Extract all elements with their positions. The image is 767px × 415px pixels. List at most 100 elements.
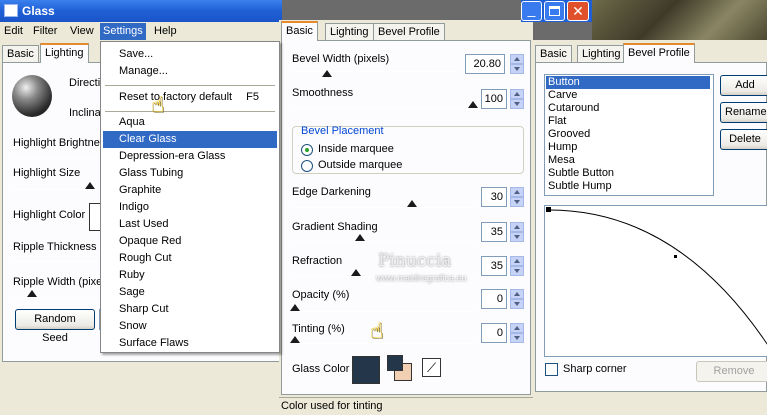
tinting-thumb[interactable]: [290, 336, 300, 343]
highlight-size-thumb[interactable]: [85, 182, 95, 189]
tab-lighting[interactable]: Lighting: [325, 23, 374, 40]
preset-item[interactable]: Indigo: [103, 199, 277, 216]
edge-darkening-label: Edge Darkening: [292, 186, 371, 198]
tab-basic-right[interactable]: Basic: [535, 45, 572, 62]
menu-separator: [105, 85, 275, 86]
preset-item[interactable]: Clear Glass: [103, 131, 277, 148]
minimize-icon[interactable]: _: [521, 1, 542, 21]
profile-list-item[interactable]: Subtle Hump: [546, 180, 710, 193]
menu-help[interactable]: Help: [154, 25, 177, 37]
preset-item[interactable]: Ruby: [103, 267, 277, 284]
inside-marquee-label[interactable]: Inside marquee: [318, 143, 394, 155]
tinting-spinner[interactable]: [510, 323, 524, 343]
profile-list-item[interactable]: Flat: [546, 115, 710, 128]
settings-dropdown-menu: Save... Manage... Reset to factory defau…: [100, 41, 280, 353]
bevel-width-thumb[interactable]: [322, 70, 332, 77]
edge-darkening-thumb[interactable]: [407, 200, 417, 207]
outside-marquee-label[interactable]: Outside marquee: [318, 159, 402, 171]
preset-item[interactable]: Last Used: [103, 216, 277, 233]
tab-bevel-profile[interactable]: Bevel Profile: [373, 23, 445, 40]
profile-list-item[interactable]: Carve: [546, 89, 710, 102]
refraction-input[interactable]: 35: [481, 256, 507, 276]
highlight-color-label: Highlight Color: [13, 209, 86, 221]
profile-list-item[interactable]: Mesa: [546, 154, 710, 167]
smoothness-input[interactable]: 100: [481, 89, 507, 109]
ripple-width-thumb[interactable]: [27, 290, 37, 297]
menu-edit[interactable]: Edit: [4, 25, 23, 37]
gradient-shading-thumb[interactable]: [355, 234, 365, 241]
reset-shortcut: F5: [246, 91, 259, 103]
refraction-spinner[interactable]: [510, 256, 524, 276]
delete-button[interactable]: Delete: [720, 129, 767, 150]
menu-item-manage[interactable]: Manage...: [103, 63, 277, 80]
ripple-thickness-track: [13, 261, 99, 262]
profile-list[interactable]: Button Carve Cutaround Flat Grooved Hump Mesa S…: [544, 74, 714, 196]
profile-list-item[interactable]: Hump: [546, 141, 710, 154]
menu-bar: Edit Filter View Settings Help: [0, 22, 282, 41]
outside-marquee-radio[interactable]: [301, 160, 313, 172]
profile-list-item[interactable]: Grooved: [546, 128, 710, 141]
close-icon[interactable]: ✕: [567, 1, 589, 21]
edge-darkening-spinner[interactable]: [510, 187, 524, 207]
tinting-input[interactable]: 0: [481, 323, 507, 343]
ripple-width-track: [13, 297, 99, 298]
menu-item-save[interactable]: Save...: [103, 46, 277, 63]
tab-bevel-profile-right[interactable]: Bevel Profile: [623, 43, 695, 63]
maximize-icon[interactable]: [544, 1, 565, 21]
eyedropper-icon[interactable]: ⟋: [422, 358, 441, 377]
background-image-strip: [592, 0, 767, 40]
opacity-input[interactable]: 0: [481, 289, 507, 309]
inclination-label: Inclina: [69, 107, 101, 119]
tab-basic-left[interactable]: Basic: [2, 45, 39, 62]
sharp-corner-checkbox[interactable]: [545, 363, 558, 376]
preset-item[interactable]: Graphite: [103, 182, 277, 199]
window-title: Glass: [22, 4, 55, 18]
tab-lighting-left[interactable]: Lighting: [40, 43, 89, 63]
rename-button[interactable]: Rename: [720, 102, 767, 123]
light-direction-sphere[interactable]: [12, 75, 52, 117]
inside-marquee-radio[interactable]: [301, 144, 313, 156]
profile-list-item[interactable]: Cutaround: [546, 102, 710, 115]
bevel-curve-editor[interactable]: [544, 205, 767, 357]
sharp-corner-label[interactable]: Sharp corner: [563, 363, 627, 375]
highlight-brightness-track: [13, 158, 99, 159]
preset-item[interactable]: Sage: [103, 284, 277, 301]
menu-view[interactable]: View: [70, 25, 94, 37]
smoothness-thumb[interactable]: [468, 101, 478, 108]
add-button[interactable]: Add: [720, 75, 767, 96]
foreground-color-swatch[interactable]: [387, 355, 403, 371]
preset-item[interactable]: Sharp Cut: [103, 301, 277, 318]
menu-item-reset[interactable]: Reset to factory default F5: [103, 89, 277, 106]
ripple-width-label: Ripple Width (pixe: [13, 276, 103, 288]
preset-item[interactable]: Depression-era Glass: [103, 148, 277, 165]
preset-item[interactable]: Snow: [103, 318, 277, 335]
preset-item[interactable]: Opaque Red: [103, 233, 277, 250]
profile-list-item[interactable]: Subtle Button: [546, 167, 710, 180]
preset-item[interactable]: Rough Cut: [103, 250, 277, 267]
bevel-width-spinner[interactable]: [510, 54, 524, 74]
tinting-track: [294, 343, 474, 344]
profile-list-item[interactable]: Button: [546, 76, 710, 89]
preset-item[interactable]: Aqua: [103, 114, 277, 131]
preset-item[interactable]: Surface Flaws: [103, 335, 277, 352]
bevel-width-input[interactable]: 20.80: [465, 54, 505, 74]
glass-color-label: Glass Color: [292, 363, 350, 375]
menu-settings[interactable]: Settings: [100, 23, 146, 40]
gradient-shading-input[interactable]: 35: [481, 222, 507, 242]
edge-darkening-input[interactable]: 30: [481, 187, 507, 207]
title-bar[interactable]: Glass: [0, 0, 282, 22]
random-seed-button[interactable]: Random Seed: [15, 309, 95, 344]
opacity-spinner[interactable]: [510, 289, 524, 309]
mid-tab-bar: Basic Lighting Bevel Profile: [281, 21, 531, 41]
highlight-brightness-label: Highlight Brightnes: [13, 137, 106, 149]
smoothness-spinner[interactable]: [510, 89, 524, 109]
refraction-thumb[interactable]: [351, 269, 361, 276]
remove-button[interactable]: Remove: [696, 361, 767, 382]
opacity-thumb[interactable]: [290, 304, 300, 311]
tab-basic[interactable]: Basic: [281, 21, 318, 41]
glass-color-swatch[interactable]: [352, 356, 380, 384]
tab-lighting-right[interactable]: Lighting: [577, 45, 626, 62]
gradient-shading-spinner[interactable]: [510, 222, 524, 242]
menu-filter[interactable]: Filter: [33, 25, 57, 37]
preset-item[interactable]: Glass Tubing: [103, 165, 277, 182]
